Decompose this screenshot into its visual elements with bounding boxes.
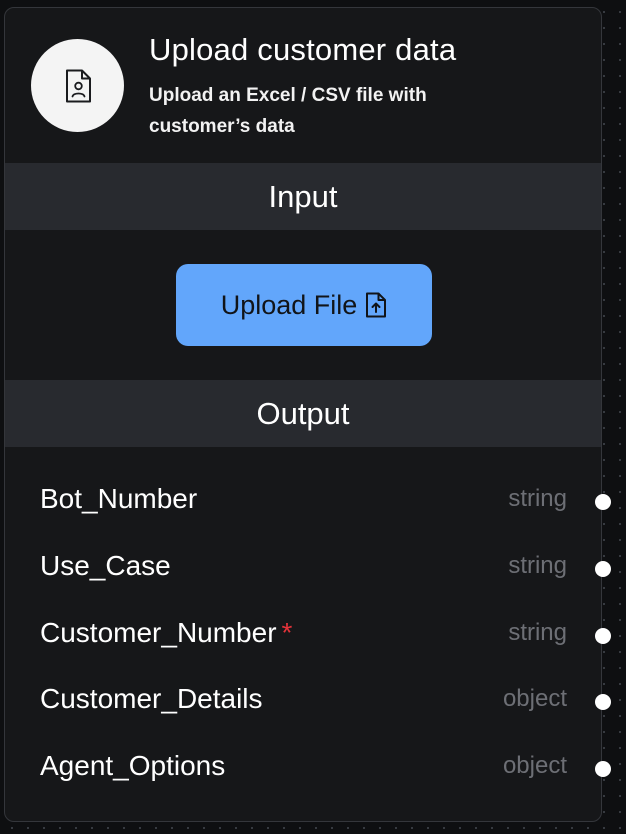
input-section-header: Input xyxy=(5,163,601,230)
upload-file-button[interactable]: Upload File xyxy=(176,264,432,346)
output-section-header: Output xyxy=(5,380,601,447)
output-field-type: string xyxy=(508,552,567,579)
node-avatar xyxy=(31,39,124,132)
workflow-canvas[interactable]: Upload customer data Upload an Excel / C… xyxy=(0,0,626,834)
output-field-name-text: Customer_Number xyxy=(40,617,277,648)
output-field-row: Agent_Options object xyxy=(5,735,611,802)
node-subtitle: Upload an Excel / CSV file with customer… xyxy=(149,85,427,137)
output-handle-dot[interactable] xyxy=(595,628,611,644)
output-field-row: Customer_Details object xyxy=(5,668,611,735)
output-handle-dot[interactable] xyxy=(595,494,611,510)
output-field-row: Use_Case string xyxy=(5,535,611,602)
output-field-name: Customer_Number * xyxy=(40,617,292,649)
output-field-name: Bot_Number xyxy=(40,483,198,514)
upload-customer-data-node[interactable]: Upload customer data Upload an Excel / C… xyxy=(4,7,611,822)
node-header: Upload customer data Upload an Excel / C… xyxy=(5,8,601,163)
output-field-type: string xyxy=(508,619,567,646)
output-handle-dot[interactable] xyxy=(595,761,611,777)
file-user-icon xyxy=(65,69,91,102)
output-field-type: string xyxy=(508,485,567,512)
file-upload-icon xyxy=(366,292,387,318)
output-field-row: Customer_Number * string xyxy=(5,602,611,669)
output-field-type: object xyxy=(502,685,567,712)
output-handle-dot[interactable] xyxy=(595,694,611,710)
output-field-row: Bot_Number string xyxy=(5,468,611,535)
output-field-name: Customer_Details xyxy=(40,683,263,714)
output-field-name: Use_Case xyxy=(40,550,171,581)
required-asterisk: * xyxy=(281,617,293,648)
output-handle-dot[interactable] xyxy=(595,561,611,577)
output-field-name: Agent_Options xyxy=(40,750,226,781)
output-field-type: object xyxy=(502,752,567,779)
upload-file-label: Upload File xyxy=(220,289,358,320)
node-title: Upload customer data xyxy=(149,32,457,67)
